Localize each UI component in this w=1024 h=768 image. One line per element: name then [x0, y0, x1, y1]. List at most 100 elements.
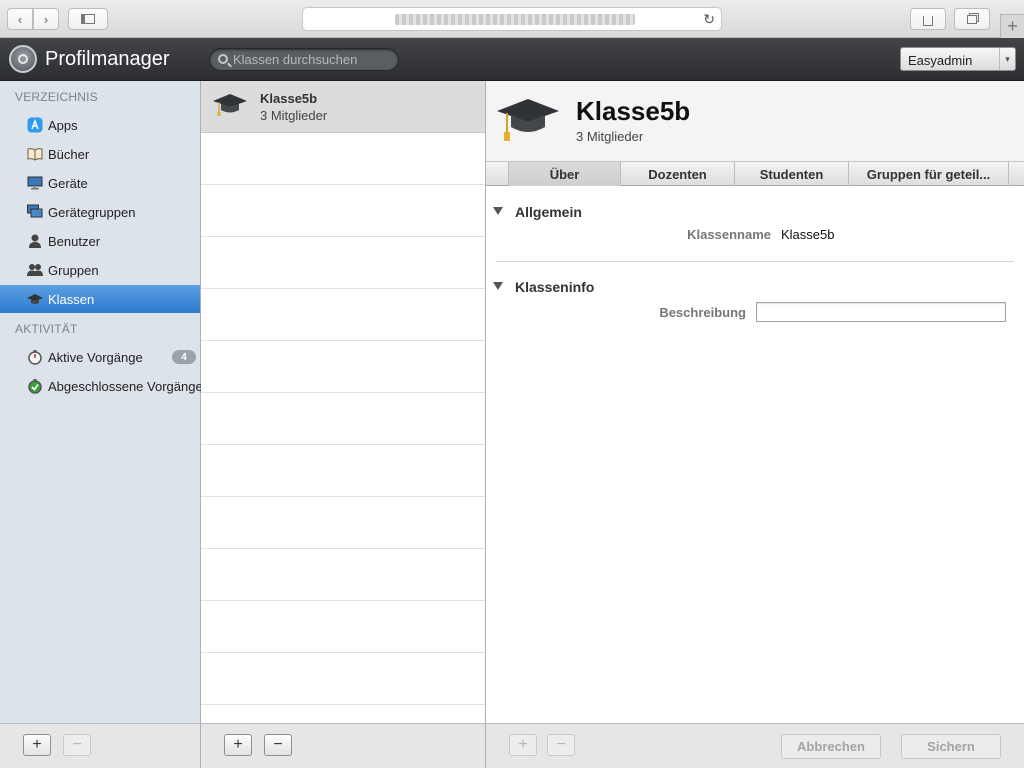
class-name-value: Klasse5b [781, 227, 835, 242]
chevron-right-icon: › [43, 11, 49, 27]
list-item-empty [201, 497, 485, 549]
profile-manager-logo-icon [9, 45, 37, 73]
disclosure-triangle-icon[interactable] [493, 207, 503, 215]
tab-bar: Über Dozenten Studenten Gruppen für gete… [486, 161, 1024, 186]
app-store-icon [27, 117, 43, 133]
share-button[interactable] [910, 8, 946, 30]
user-name: Easyadmin [908, 53, 973, 68]
divider [496, 261, 1014, 262]
search-icon [218, 54, 228, 64]
list-item-empty [201, 185, 485, 237]
class-list: Klasse5b 3 Mitglieder + − [201, 81, 486, 768]
sidebar: VERZEICHNIS Apps Bücher Geräte Gerätegru… [0, 81, 203, 768]
share-icon [923, 16, 933, 26]
sidebar-item-users[interactable]: Benutzer [0, 227, 200, 255]
app-title: Profilmanager [45, 48, 170, 70]
disclosure-triangle-icon[interactable] [493, 282, 503, 290]
add-button[interactable]: + [509, 734, 537, 756]
device-group-icon [27, 204, 43, 220]
sidebar-item-active-tasks[interactable]: Aktive Vorgänge 4 [0, 343, 200, 371]
detail-footer: + − Abbrechen Sichern [486, 723, 1024, 768]
sidebar-toggle-button[interactable] [68, 8, 108, 30]
user-icon [27, 233, 43, 249]
list-item-empty [201, 445, 485, 497]
list-item-empty [201, 393, 485, 445]
tabs-overview-button[interactable] [954, 8, 990, 30]
list-item-empty [201, 289, 485, 341]
tab-shared-groups[interactable]: Gruppen für geteil... [849, 162, 1009, 186]
tabs-icon [967, 14, 977, 24]
plus-icon: + [1007, 16, 1018, 36]
stopwatch-icon [27, 349, 43, 365]
sidebar-item-books[interactable]: Bücher [0, 140, 200, 168]
group-title: Klasseninfo [515, 279, 595, 295]
list-item-members: 3 Mitglieder [260, 108, 328, 123]
sidebar-item-classes[interactable]: Klassen [0, 285, 200, 313]
list-item-name: Klasse5b [260, 91, 318, 106]
description-field[interactable] [756, 302, 1006, 322]
cancel-button[interactable]: Abbrechen [781, 734, 881, 759]
chevron-left-icon: ‹ [17, 11, 23, 27]
back-button[interactable]: ‹ [7, 8, 33, 30]
section-heading-directory: VERZEICHNIS [15, 90, 98, 104]
detail-subtitle: 3 Mitglieder [576, 129, 644, 144]
sidebar-item-label: Geräte [48, 176, 88, 191]
list-item-empty [201, 601, 485, 653]
add-button[interactable]: + [23, 734, 51, 756]
browser-toolbar: ‹ › ↻ + [0, 0, 1024, 38]
sidebar-item-label: Klassen [48, 292, 95, 307]
sidebar-item-label: Benutzer [48, 234, 101, 249]
sidebar-footer: + − [0, 723, 200, 768]
list-item[interactable]: Klasse5b 3 Mitglieder [201, 81, 485, 133]
group-title: Allgemein [515, 204, 582, 220]
reload-icon[interactable]: ↻ [703, 11, 715, 28]
sidebar-item-devices[interactable]: Geräte [0, 169, 200, 197]
chevron-down-icon: ▾ [999, 48, 1015, 70]
remove-button[interactable]: − [547, 734, 575, 756]
list-item-empty [201, 653, 485, 705]
count-badge: 4 [172, 350, 196, 364]
graduation-cap-icon [213, 91, 247, 122]
sidebar-item-label: Gerätegruppen [48, 205, 136, 220]
sidebar-item-label: Apps [48, 118, 78, 133]
book-icon [27, 146, 43, 162]
list-item-empty [201, 549, 485, 601]
sidebar-item-label: Gruppen [48, 263, 99, 278]
list-item-empty [201, 237, 485, 289]
section-heading-activity: AKTIVITÄT [15, 322, 78, 336]
list-item-empty [201, 341, 485, 393]
sidebar-item-label: Aktive Vorgänge [48, 350, 143, 365]
sidebar-icon [81, 14, 95, 24]
graduation-cap-icon [27, 291, 43, 307]
sidebar-item-groups[interactable]: Gruppen [0, 256, 200, 284]
new-tab-button[interactable]: + [1000, 14, 1024, 38]
search-input[interactable] [233, 50, 393, 69]
sidebar-item-apps[interactable]: Apps [0, 111, 200, 139]
users-icon [27, 262, 43, 278]
detail-title: Klasse5b [576, 96, 691, 126]
tab-about[interactable]: Über [508, 162, 621, 186]
add-class-button[interactable]: + [224, 734, 252, 756]
field-label: Klassenname [687, 227, 771, 242]
obscured-url [395, 14, 635, 25]
address-bar[interactable]: ↻ [302, 7, 722, 31]
sidebar-item-label: Bücher [48, 147, 90, 162]
detail-header: Klasse5b 3 Mitglieder [486, 81, 1024, 161]
user-menu[interactable]: Easyadmin ▾ [900, 47, 1016, 71]
sidebar-item-completed-tasks[interactable]: Abgeschlossene Vorgänge [0, 372, 203, 400]
search-box[interactable] [209, 48, 399, 71]
graduation-cap-icon [496, 93, 560, 148]
list-item-empty [201, 133, 485, 185]
monitor-icon [27, 175, 43, 191]
app-header: Profilmanager Easyadmin ▾ [0, 38, 1024, 81]
forward-button[interactable]: › [33, 8, 59, 30]
tab-teachers[interactable]: Dozenten [621, 162, 735, 186]
remove-button[interactable]: − [63, 734, 91, 756]
tab-students[interactable]: Studenten [735, 162, 849, 186]
sidebar-item-device-groups[interactable]: Gerätegruppen [0, 198, 200, 226]
sidebar-item-label: Abgeschlossene Vorgänge [48, 379, 203, 394]
remove-class-button[interactable]: − [264, 734, 292, 756]
save-button[interactable]: Sichern [901, 734, 1001, 759]
detail-pane: Klasse5b 3 Mitglieder Über Dozenten Stud… [486, 81, 1024, 768]
list-footer: + − [201, 723, 485, 768]
